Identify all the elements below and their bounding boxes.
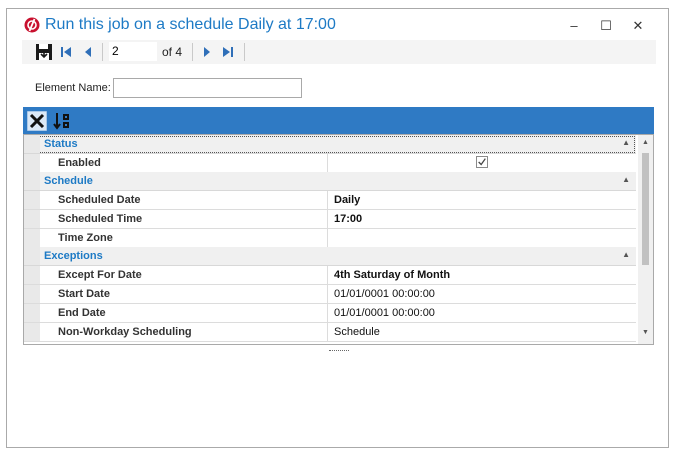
property-name-cell: Except For Date	[40, 266, 328, 284]
property-name: Time Zone	[58, 232, 113, 244]
property-row-end-date[interactable]: End Date 01/01/0001 00:00:00	[24, 304, 636, 323]
property-value[interactable]: 01/01/0001 00:00:00	[334, 288, 435, 300]
property-row-enabled[interactable]: Enabled	[24, 154, 636, 173]
window-title: Run this job on a schedule Daily at 17:0…	[45, 16, 336, 33]
row-gutter	[24, 285, 40, 303]
row-gutter	[24, 304, 40, 322]
property-name-cell: Time Zone	[40, 229, 328, 247]
element-name-input[interactable]	[113, 78, 302, 98]
category-label: Schedule	[44, 175, 93, 187]
next-record-icon[interactable]	[201, 43, 213, 61]
property-name: Scheduled Date	[58, 194, 141, 206]
property-name-cell: Start Date	[40, 285, 328, 303]
previous-record-icon[interactable]	[82, 43, 94, 61]
toolbar-separator	[102, 43, 103, 61]
collapse-icon[interactable]: ▲	[622, 175, 630, 184]
navigation-toolbar: 2 of 4	[22, 40, 656, 64]
collapse-icon[interactable]: ▲	[622, 250, 630, 259]
page-count-label: of 4	[162, 45, 183, 59]
property-row-time-zone[interactable]: Time Zone	[24, 229, 636, 248]
first-record-icon[interactable]	[59, 43, 73, 61]
property-name: End Date	[58, 307, 106, 319]
scroll-up-icon[interactable]: ▲	[642, 139, 649, 146]
app-logo-icon	[24, 17, 40, 33]
row-gutter	[24, 323, 40, 341]
property-name-cell: Non-Workday Scheduling	[40, 323, 328, 341]
property-value[interactable]: Schedule	[334, 326, 380, 338]
last-record-icon[interactable]	[221, 43, 235, 61]
category-label: Exceptions	[44, 250, 103, 262]
property-grid-toolbar	[23, 107, 654, 134]
property-value[interactable]: 01/01/0001 00:00:00	[334, 307, 435, 319]
category-status[interactable]: Status ▲	[24, 135, 636, 154]
row-gutter	[24, 154, 40, 172]
toolbar-separator	[192, 43, 193, 61]
row-gutter	[24, 135, 40, 153]
row-gutter	[24, 210, 40, 228]
alphabetical-sort-icon[interactable]	[52, 111, 72, 131]
row-gutter	[24, 266, 40, 284]
property-row-start-date[interactable]: Start Date 01/01/0001 00:00:00	[24, 285, 636, 304]
property-name-cell: Enabled	[40, 154, 328, 172]
vertical-scrollbar[interactable]: ▲ ▼	[638, 135, 653, 344]
save-icon[interactable]	[35, 43, 53, 61]
row-gutter	[24, 247, 40, 265]
toolbar-separator	[244, 43, 245, 61]
title-bar: Run this job on a schedule Daily at 17:0…	[7, 9, 668, 41]
category-exceptions[interactable]: Exceptions ▲	[24, 247, 636, 266]
page-number-input[interactable]: 2	[109, 42, 157, 61]
property-name: Scheduled Time	[58, 213, 143, 225]
property-row-scheduled-date[interactable]: Scheduled Date Daily	[24, 191, 636, 210]
property-name-cell: Scheduled Time	[40, 210, 328, 228]
property-grid: Status ▲ Enabled Schedule ▲ Scheduled Da…	[23, 134, 654, 345]
row-gutter	[24, 229, 40, 247]
maximize-button[interactable]: ☐	[592, 15, 620, 37]
property-name-cell: End Date	[40, 304, 328, 322]
property-name: Non-Workday Scheduling	[58, 326, 192, 338]
job-window: Run this job on a schedule Daily at 17:0…	[6, 8, 669, 448]
row-gutter	[24, 172, 40, 190]
property-row-scheduled-time[interactable]: Scheduled Time 17:00	[24, 210, 636, 229]
collapse-icon[interactable]: ▲	[622, 138, 630, 147]
categorized-view-icon[interactable]	[27, 111, 47, 131]
property-name: Except For Date	[58, 269, 142, 281]
property-name: Enabled	[58, 157, 101, 169]
enabled-checkbox[interactable]	[476, 156, 488, 168]
property-value[interactable]: 4th Saturday of Month	[334, 269, 450, 281]
property-name: Start Date	[58, 288, 110, 300]
close-button[interactable]: ✕	[624, 15, 652, 37]
property-row-non-workday-scheduling[interactable]: Non-Workday Scheduling Schedule	[24, 323, 636, 342]
scroll-down-icon[interactable]: ▼	[642, 329, 649, 336]
grid-resize-handle[interactable]	[329, 350, 349, 353]
property-row-except-for-date[interactable]: Except For Date 4th Saturday of Month	[24, 266, 636, 285]
row-gutter	[24, 191, 40, 209]
element-name-label: Element Name:	[35, 82, 111, 94]
scrollbar-thumb[interactable]	[642, 153, 649, 265]
property-value[interactable]: 17:00	[334, 213, 362, 225]
category-label: Status	[44, 138, 78, 150]
minimize-button[interactable]: –	[560, 15, 588, 37]
property-value[interactable]: Daily	[334, 194, 360, 206]
category-schedule[interactable]: Schedule ▲	[24, 172, 636, 191]
property-name-cell: Scheduled Date	[40, 191, 328, 209]
